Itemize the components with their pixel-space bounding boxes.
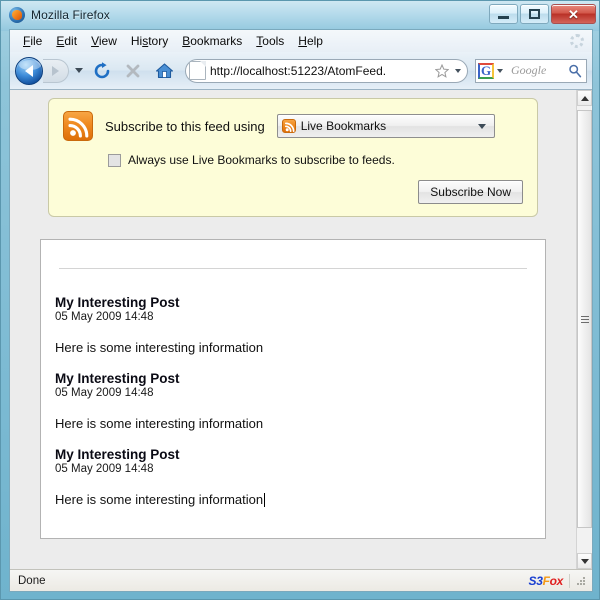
feed-entries-box: My Interesting Post 05 May 2009 14:48 He…: [40, 239, 546, 539]
reload-icon: [94, 61, 110, 78]
star-icon: [435, 63, 449, 78]
menu-bar: File Edit View History Bookmarks Tools H…: [10, 30, 592, 52]
resize-grip[interactable]: [574, 574, 588, 588]
entry-body: Here is some interesting information: [55, 492, 266, 507]
entry-date: 05 May 2009 14:48: [55, 463, 154, 475]
feed-subscribe-panel: Subscribe to this feed using Live Bookma…: [48, 98, 538, 217]
always-use-label: Always use Live Bookmarks to subscribe t…: [128, 153, 395, 167]
google-logo-icon[interactable]: G: [478, 62, 494, 79]
s3fox-part-3: ox: [549, 573, 564, 588]
maximize-button[interactable]: [520, 4, 549, 24]
scrollbar-grip: [580, 314, 589, 325]
status-bar: Done S3Fox: [10, 569, 592, 591]
scrollbar-track[interactable]: [577, 106, 592, 553]
home-button[interactable]: [150, 57, 178, 85]
url-input[interactable]: http://localhost:51223/AtomFeed.: [210, 61, 433, 81]
home-icon: [155, 62, 173, 78]
stop-button: [119, 57, 147, 85]
chevron-up-icon: [580, 95, 589, 101]
back-arrow-icon: [25, 64, 33, 77]
entry-title[interactable]: My Interesting Post: [55, 371, 531, 386]
menu-view[interactable]: View: [84, 32, 124, 50]
page-viewport[interactable]: Subscribe to this feed using Live Bookma…: [10, 90, 576, 569]
bookmark-star-button[interactable]: [433, 63, 451, 78]
s3fox-addon-logo[interactable]: S3Fox: [528, 573, 570, 588]
scrollbar-thumb[interactable]: [577, 110, 592, 528]
search-icon: [569, 64, 582, 77]
entry-date: 05 May 2009 14:48: [55, 311, 154, 323]
status-text: Done: [18, 574, 46, 587]
subscribe-row: Subscribe to this feed using Live Bookma…: [63, 111, 523, 141]
chevron-down-icon: [477, 123, 486, 129]
close-button[interactable]: ✕: [551, 4, 596, 24]
entry-body: Here is some interesting information: [55, 340, 264, 355]
feed-entry: My Interesting Post 05 May 2009 14:48 He…: [55, 371, 531, 447]
entry-title[interactable]: My Interesting Post: [55, 295, 531, 310]
maximize-icon: [529, 9, 540, 19]
rss-glyph-icon: [68, 117, 89, 138]
s3fox-part-2: F: [542, 573, 550, 588]
chevron-down-icon: [497, 68, 503, 73]
menu-help[interactable]: Help: [291, 32, 330, 50]
menu-tools[interactable]: Tools: [249, 32, 291, 50]
rss-icon: [63, 111, 93, 141]
feed-entry: My Interesting Post 05 May 2009 14:48 He…: [55, 447, 531, 523]
close-icon: [126, 64, 140, 77]
feed-reader-value: Live Bookmarks: [300, 119, 387, 133]
s3fox-part-1: S3: [528, 573, 543, 588]
search-input[interactable]: Google: [506, 63, 566, 78]
feed-entry: My Interesting Post 05 May 2009 14:48 He…: [55, 295, 531, 371]
window-controls: ✕: [489, 4, 596, 24]
menu-file[interactable]: File: [16, 32, 49, 50]
browser-window: Mozilla Firefox ✕ File Edit View History…: [0, 0, 600, 600]
always-use-row[interactable]: Always use Live Bookmarks to subscribe t…: [108, 153, 523, 167]
entry-date: 05 May 2009 14:48: [55, 387, 154, 399]
minimize-icon: [498, 15, 509, 19]
forward-arrow-icon: [52, 65, 59, 76]
throbber-icon: [570, 34, 584, 48]
vertical-scrollbar[interactable]: [576, 90, 592, 569]
navigation-toolbar: http://localhost:51223/AtomFeed. G Googl…: [10, 52, 592, 90]
scroll-down-button[interactable]: [577, 553, 592, 569]
search-button[interactable]: [566, 64, 584, 78]
back-button[interactable]: [15, 56, 43, 85]
page-icon: [189, 61, 206, 80]
url-dropdown-button[interactable]: [451, 68, 465, 73]
firefox-icon: [9, 7, 25, 23]
search-bar[interactable]: G Google: [475, 58, 587, 83]
scroll-up-button[interactable]: [577, 90, 592, 106]
window-title: Mozilla Firefox: [31, 8, 110, 22]
title-bar: Mozilla Firefox ✕: [1, 1, 600, 29]
menu-history[interactable]: History: [124, 32, 175, 50]
browser-chrome: File Edit View History Bookmarks Tools H…: [9, 29, 593, 592]
entry-title[interactable]: My Interesting Post: [55, 447, 531, 462]
entry-body: Here is some interesting information: [55, 416, 264, 431]
rss-glyph-icon: [284, 122, 295, 133]
subscribe-label: Subscribe to this feed using: [105, 118, 265, 134]
subscribe-now-button[interactable]: Subscribe Now: [418, 180, 523, 204]
url-bar[interactable]: http://localhost:51223/AtomFeed.: [185, 58, 468, 83]
feed-reader-select[interactable]: Live Bookmarks: [276, 114, 495, 138]
divider: [59, 268, 527, 269]
menu-bookmarks[interactable]: Bookmarks: [175, 32, 249, 50]
always-use-checkbox[interactable]: [108, 153, 121, 167]
minimize-button[interactable]: [489, 4, 518, 24]
search-engine-dropdown[interactable]: [494, 68, 506, 73]
close-icon: ✕: [568, 6, 579, 22]
content-area: Subscribe to this feed using Live Bookma…: [10, 90, 592, 569]
forward-button: [43, 58, 69, 83]
reload-button[interactable]: [88, 57, 116, 85]
select-arrow[interactable]: [476, 123, 488, 129]
history-dropdown-button[interactable]: [72, 68, 85, 73]
subscribe-action-row: Subscribe Now: [63, 180, 523, 204]
chevron-down-icon: [455, 68, 461, 73]
menu-edit[interactable]: Edit: [49, 32, 84, 50]
rss-icon: [281, 119, 296, 133]
chevron-down-icon: [580, 558, 589, 564]
chevron-down-icon: [74, 68, 83, 73]
